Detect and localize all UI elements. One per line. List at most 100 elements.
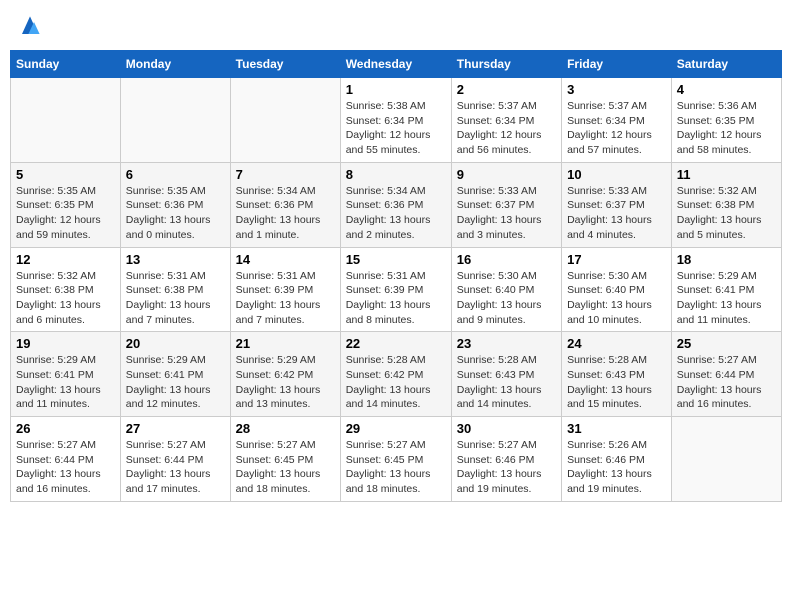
calendar-cell: 16 Sunrise: 5:30 AM Sunset: 6:40 PM Dayli… <box>451 247 561 332</box>
day-number: 28 <box>236 421 335 436</box>
week-row-5: 26 Sunrise: 5:27 AM Sunset: 6:44 PM Dayli… <box>11 417 782 502</box>
day-number: 19 <box>16 336 115 351</box>
day-info: Sunrise: 5:31 AM Sunset: 6:39 PM Dayligh… <box>346 269 446 328</box>
day-info: Sunrise: 5:32 AM Sunset: 6:38 PM Dayligh… <box>16 269 115 328</box>
day-info: Sunrise: 5:28 AM Sunset: 6:43 PM Dayligh… <box>457 353 556 412</box>
calendar-cell: 2 Sunrise: 5:37 AM Sunset: 6:34 PM Daylig… <box>451 78 561 163</box>
calendar-cell: 26 Sunrise: 5:27 AM Sunset: 6:44 PM Dayli… <box>11 417 121 502</box>
day-info: Sunrise: 5:35 AM Sunset: 6:35 PM Dayligh… <box>16 184 115 243</box>
day-info: Sunrise: 5:29 AM Sunset: 6:41 PM Dayligh… <box>126 353 225 412</box>
calendar-cell: 9 Sunrise: 5:33 AM Sunset: 6:37 PM Daylig… <box>451 162 561 247</box>
day-number: 1 <box>346 82 446 97</box>
calendar-cell: 28 Sunrise: 5:27 AM Sunset: 6:45 PM Dayli… <box>230 417 340 502</box>
weekday-header-monday: Monday <box>120 51 230 78</box>
calendar-cell: 31 Sunrise: 5:26 AM Sunset: 6:46 PM Dayli… <box>562 417 672 502</box>
calendar-cell: 8Sunrise: 5:34 AM Sunset: 6:36 PM Daylig… <box>340 162 451 247</box>
day-number: 26 <box>16 421 115 436</box>
day-number: 10 <box>567 167 666 182</box>
page-header <box>10 10 782 42</box>
day-number: 17 <box>567 252 666 267</box>
calendar-cell: 1 Sunrise: 5:38 AM Sunset: 6:34 PM Daylig… <box>340 78 451 163</box>
day-number: 3 <box>567 82 666 97</box>
calendar-cell: 13 Sunrise: 5:31 AM Sunset: 6:38 PM Dayli… <box>120 247 230 332</box>
day-number: 24 <box>567 336 666 351</box>
calendar-cell: 23 Sunrise: 5:28 AM Sunset: 6:43 PM Dayli… <box>451 332 561 417</box>
calendar-cell: 11 Sunrise: 5:32 AM Sunset: 6:38 PM Dayli… <box>671 162 781 247</box>
day-number: 25 <box>677 336 776 351</box>
logo-icon <box>14 10 46 42</box>
day-info: Sunrise: 5:33 AM Sunset: 6:37 PM Dayligh… <box>567 184 666 243</box>
day-info: Sunrise: 5:27 AM Sunset: 6:44 PM Dayligh… <box>126 438 225 497</box>
calendar-cell: 19 Sunrise: 5:29 AM Sunset: 6:41 PM Dayli… <box>11 332 121 417</box>
day-info: Sunrise: 5:36 AM Sunset: 6:35 PM Dayligh… <box>677 99 776 158</box>
day-info: Sunrise: 5:28 AM Sunset: 6:43 PM Dayligh… <box>567 353 666 412</box>
day-info: Sunrise: 5:27 AM Sunset: 6:44 PM Dayligh… <box>677 353 776 412</box>
day-number: 20 <box>126 336 225 351</box>
calendar-cell: 3 Sunrise: 5:37 AM Sunset: 6:34 PM Daylig… <box>562 78 672 163</box>
calendar-cell <box>120 78 230 163</box>
day-number: 18 <box>677 252 776 267</box>
day-info: Sunrise: 5:31 AM Sunset: 6:38 PM Dayligh… <box>126 269 225 328</box>
day-info: Sunrise: 5:29 AM Sunset: 6:42 PM Dayligh… <box>236 353 335 412</box>
day-number: 9 <box>457 167 556 182</box>
day-info: Sunrise: 5:29 AM Sunset: 6:41 PM Dayligh… <box>16 353 115 412</box>
day-number: 13 <box>126 252 225 267</box>
day-info: Sunrise: 5:27 AM Sunset: 6:46 PM Dayligh… <box>457 438 556 497</box>
day-number: 12 <box>16 252 115 267</box>
day-number: 16 <box>457 252 556 267</box>
calendar-cell: 14 Sunrise: 5:31 AM Sunset: 6:39 PM Dayli… <box>230 247 340 332</box>
day-info: Sunrise: 5:30 AM Sunset: 6:40 PM Dayligh… <box>457 269 556 328</box>
weekday-header-saturday: Saturday <box>671 51 781 78</box>
day-number: 22 <box>346 336 446 351</box>
week-row-4: 19 Sunrise: 5:29 AM Sunset: 6:41 PM Dayli… <box>11 332 782 417</box>
day-info: Sunrise: 5:27 AM Sunset: 6:45 PM Dayligh… <box>236 438 335 497</box>
day-info: Sunrise: 5:32 AM Sunset: 6:38 PM Dayligh… <box>677 184 776 243</box>
calendar-cell <box>230 78 340 163</box>
day-number: 2 <box>457 82 556 97</box>
day-info: Sunrise: 5:26 AM Sunset: 6:46 PM Dayligh… <box>567 438 666 497</box>
day-info: Sunrise: 5:37 AM Sunset: 6:34 PM Dayligh… <box>567 99 666 158</box>
day-info: Sunrise: 5:29 AM Sunset: 6:41 PM Dayligh… <box>677 269 776 328</box>
logo <box>10 10 46 42</box>
day-number: 15 <box>346 252 446 267</box>
day-info: Sunrise: 5:38 AM Sunset: 6:34 PM Dayligh… <box>346 99 446 158</box>
calendar-cell <box>11 78 121 163</box>
calendar-cell: 4 Sunrise: 5:36 AM Sunset: 6:35 PM Daylig… <box>671 78 781 163</box>
weekday-header-row: SundayMondayTuesdayWednesdayThursdayFrid… <box>11 51 782 78</box>
day-number: 23 <box>457 336 556 351</box>
weekday-header-friday: Friday <box>562 51 672 78</box>
week-row-3: 12 Sunrise: 5:32 AM Sunset: 6:38 PM Dayli… <box>11 247 782 332</box>
weekday-header-thursday: Thursday <box>451 51 561 78</box>
day-info: Sunrise: 5:37 AM Sunset: 6:34 PM Dayligh… <box>457 99 556 158</box>
day-info: Sunrise: 5:27 AM Sunset: 6:45 PM Dayligh… <box>346 438 446 497</box>
day-number: 21 <box>236 336 335 351</box>
day-number: 31 <box>567 421 666 436</box>
calendar-cell: 25 Sunrise: 5:27 AM Sunset: 6:44 PM Dayli… <box>671 332 781 417</box>
calendar-cell: 24 Sunrise: 5:28 AM Sunset: 6:43 PM Dayli… <box>562 332 672 417</box>
day-number: 27 <box>126 421 225 436</box>
weekday-header-tuesday: Tuesday <box>230 51 340 78</box>
calendar-cell: 5 Sunrise: 5:35 AM Sunset: 6:35 PM Daylig… <box>11 162 121 247</box>
day-info: Sunrise: 5:31 AM Sunset: 6:39 PM Dayligh… <box>236 269 335 328</box>
week-row-1: 1 Sunrise: 5:38 AM Sunset: 6:34 PM Daylig… <box>11 78 782 163</box>
day-info: Sunrise: 5:27 AM Sunset: 6:44 PM Dayligh… <box>16 438 115 497</box>
calendar-cell: 18 Sunrise: 5:29 AM Sunset: 6:41 PM Dayli… <box>671 247 781 332</box>
calendar-cell: 27 Sunrise: 5:27 AM Sunset: 6:44 PM Dayli… <box>120 417 230 502</box>
calendar-cell: 15 Sunrise: 5:31 AM Sunset: 6:39 PM Dayli… <box>340 247 451 332</box>
day-info: Sunrise: 5:34 AM Sunset: 6:36 PM Dayligh… <box>346 184 446 243</box>
day-number: 14 <box>236 252 335 267</box>
calendar-cell: 12 Sunrise: 5:32 AM Sunset: 6:38 PM Dayli… <box>11 247 121 332</box>
weekday-header-sunday: Sunday <box>11 51 121 78</box>
day-number: 7 <box>236 167 335 182</box>
calendar-cell: 29Sunrise: 5:27 AM Sunset: 6:45 PM Dayli… <box>340 417 451 502</box>
day-info: Sunrise: 5:33 AM Sunset: 6:37 PM Dayligh… <box>457 184 556 243</box>
day-number: 5 <box>16 167 115 182</box>
calendar-cell: 22Sunrise: 5:28 AM Sunset: 6:42 PM Dayli… <box>340 332 451 417</box>
day-number: 11 <box>677 167 776 182</box>
day-number: 4 <box>677 82 776 97</box>
week-row-2: 5 Sunrise: 5:35 AM Sunset: 6:35 PM Daylig… <box>11 162 782 247</box>
calendar-cell: 6Sunrise: 5:35 AM Sunset: 6:36 PM Daylig… <box>120 162 230 247</box>
calendar-cell: 21 Sunrise: 5:29 AM Sunset: 6:42 PM Dayli… <box>230 332 340 417</box>
calendar-cell: 30Sunrise: 5:27 AM Sunset: 6:46 PM Dayli… <box>451 417 561 502</box>
calendar-table: SundayMondayTuesdayWednesdayThursdayFrid… <box>10 50 782 502</box>
